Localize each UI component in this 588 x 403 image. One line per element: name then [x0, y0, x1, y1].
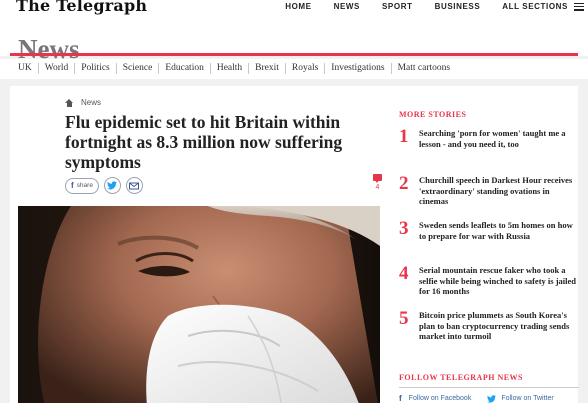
story-number: 5: [399, 308, 409, 329]
subnav-world[interactable]: World: [37, 63, 75, 74]
section-header: News: [0, 16, 588, 64]
subnav-education[interactable]: Education: [158, 63, 210, 74]
story-item[interactable]: 3 Sweden sends leaflets to 5m homes on h…: [399, 218, 579, 241]
share-twitter-button[interactable]: [103, 177, 121, 194]
nav-all-sections[interactable]: ALL SECTIONS: [491, 2, 570, 11]
breadcrumb: News: [65, 98, 101, 107]
nav-business[interactable]: BUSINESS: [424, 2, 492, 11]
story-number: 4: [399, 263, 409, 284]
nav-home[interactable]: HOME: [274, 2, 322, 11]
subnav-health[interactable]: Health: [209, 63, 248, 74]
section-subnav: UK World Politics Science Education Heal…: [0, 59, 588, 79]
comments-link[interactable]: 4: [373, 174, 382, 191]
more-stories-title: MORE STORIES: [399, 110, 467, 119]
share-bar: f share: [65, 177, 143, 194]
story-link[interactable]: Sweden sends leaflets to 5m homes on how…: [419, 220, 579, 241]
story-item[interactable]: 1 Searching 'porn for women' taught me a…: [399, 126, 579, 149]
comment-icon: [373, 174, 382, 183]
subnav-royals[interactable]: Royals: [284, 63, 324, 74]
share-email-button[interactable]: [125, 177, 143, 194]
story-number: 3: [399, 218, 409, 239]
top-navigation: HOME NEWS SPORT BUSINESS ALL SECTIONS: [274, 2, 584, 11]
story-number: 1: [399, 126, 409, 147]
article-headline: Flu epidemic set to hit Britain within f…: [65, 112, 343, 172]
more-stories-sidebar: MORE STORIES 1 Searching 'porn for women…: [399, 110, 579, 403]
subnav-matt-cartoons[interactable]: Matt cartoons: [390, 63, 457, 74]
subnav-brexit[interactable]: Brexit: [248, 63, 285, 74]
article-container: News Flu epidemic set to hit Britain wit…: [10, 86, 579, 403]
follow-links: f Follow on Facebook Follow on Twitter: [399, 394, 554, 403]
story-link[interactable]: Searching 'porn for women' taught me a l…: [419, 128, 579, 149]
nav-sport[interactable]: SPORT: [371, 2, 424, 11]
hamburger-menu-icon[interactable]: [574, 2, 584, 11]
section-divider: [10, 53, 578, 56]
masthead: The Telegraph HOME NEWS SPORT BUSINESS A…: [0, 0, 588, 16]
comment-count: 4: [375, 184, 380, 191]
story-item[interactable]: 5 Bitcoin price plummets as South Korea'…: [399, 308, 579, 342]
subnav-politics[interactable]: Politics: [74, 63, 116, 74]
home-icon[interactable]: [65, 98, 73, 107]
subnav-uk[interactable]: UK: [12, 63, 38, 74]
article-photo[interactable]: [18, 206, 380, 403]
story-link[interactable]: Serial mountain rescue faker who took a …: [419, 265, 579, 297]
twitter-icon: [487, 394, 497, 403]
follow-facebook-link[interactable]: Follow on Facebook: [409, 395, 472, 402]
follow-twitter-link[interactable]: Follow on Twitter: [501, 395, 553, 402]
story-number: 2: [399, 173, 409, 194]
subnav-investigations[interactable]: Investigations: [324, 63, 390, 74]
story-link[interactable]: Bitcoin price plummets as South Korea's …: [419, 310, 579, 342]
follow-divider: [399, 387, 579, 388]
subnav-science[interactable]: Science: [115, 63, 159, 74]
woman-blowing-nose-image: [18, 206, 380, 403]
story-link[interactable]: Churchill speech in Darkest Hour receive…: [419, 175, 579, 207]
share-label: share: [76, 182, 93, 189]
twitter-icon: [107, 181, 118, 190]
follow-title: FOLLOW TELEGRAPH NEWS: [399, 373, 524, 382]
telegraph-logo[interactable]: The Telegraph: [16, 0, 147, 15]
story-item[interactable]: 2 Churchill speech in Darkest Hour recei…: [399, 173, 579, 207]
nav-news[interactable]: NEWS: [323, 2, 371, 11]
email-icon: [129, 182, 140, 189]
facebook-icon: f: [71, 181, 74, 190]
facebook-icon: f: [399, 394, 402, 403]
story-item[interactable]: 4 Serial mountain rescue faker who took …: [399, 263, 579, 297]
share-facebook-button[interactable]: f share: [65, 177, 99, 194]
breadcrumb-news[interactable]: News: [81, 98, 101, 107]
